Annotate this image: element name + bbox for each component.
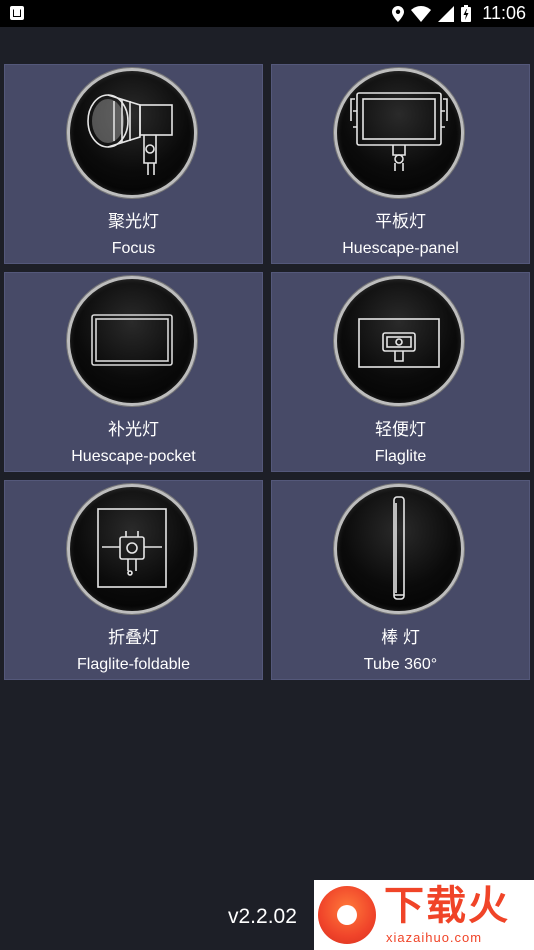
location-icon	[392, 5, 405, 22]
download-icon	[318, 886, 376, 944]
status-icons: 11:06	[392, 0, 526, 27]
tile-label-cn: 聚光灯	[108, 212, 159, 231]
tile-label-en: Flaglite	[374, 448, 427, 465]
panel-light-icon	[334, 68, 464, 198]
tile-flaglite[interactable]: 轻便灯 Flaglite	[271, 272, 530, 472]
tile-label-cn: 补光灯	[108, 420, 159, 439]
tile-label-en: Huescape-panel	[342, 240, 459, 257]
tile-label-cn: 平板灯	[375, 212, 426, 231]
wifi-icon	[411, 5, 432, 22]
flaglite-icon	[334, 276, 464, 406]
watermark-url: xiazaihuo.com	[386, 930, 483, 945]
tile-flaglite-foldable[interactable]: 折叠灯 Flaglite-foldable	[4, 480, 263, 680]
tile-huescape-pocket[interactable]: 补光灯 Huescape-pocket	[4, 272, 263, 472]
status-bar: 11:06	[0, 0, 534, 27]
tile-tube-360[interactable]: 棒 灯 Tube 360°	[271, 480, 530, 680]
tile-label-en: Focus	[111, 240, 156, 257]
tile-focus[interactable]: 聚光灯 Focus	[4, 64, 263, 264]
light-type-grid: 聚光灯 Focus 平板灯 Huescape-panel 补光灯 Huescap…	[4, 64, 530, 680]
tile-label-cn: 轻便灯	[375, 420, 426, 439]
tile-label-cn: 折叠灯	[108, 628, 159, 647]
tile-label-en: Flaglite-foldable	[77, 656, 190, 673]
spotlight-icon	[67, 68, 197, 198]
tile-label-en: Huescape-pocket	[71, 448, 196, 465]
tile-label-cn: 棒 灯	[381, 628, 420, 647]
signal-icon	[438, 5, 455, 22]
tile-label-en: Tube 360°	[363, 656, 438, 673]
app-notification-icon	[10, 6, 24, 20]
pocket-light-icon	[67, 276, 197, 406]
battery-icon	[461, 5, 472, 22]
watermark-logo: 下载火 xiazaihuo.com	[314, 880, 534, 950]
foldable-light-icon	[67, 484, 197, 614]
app-version: v2.2.02	[228, 905, 297, 928]
clock: 11:06	[482, 3, 526, 23]
tile-huescape-panel[interactable]: 平板灯 Huescape-panel	[271, 64, 530, 264]
tube-light-icon	[334, 484, 464, 614]
watermark-text: 下载火	[384, 884, 510, 928]
